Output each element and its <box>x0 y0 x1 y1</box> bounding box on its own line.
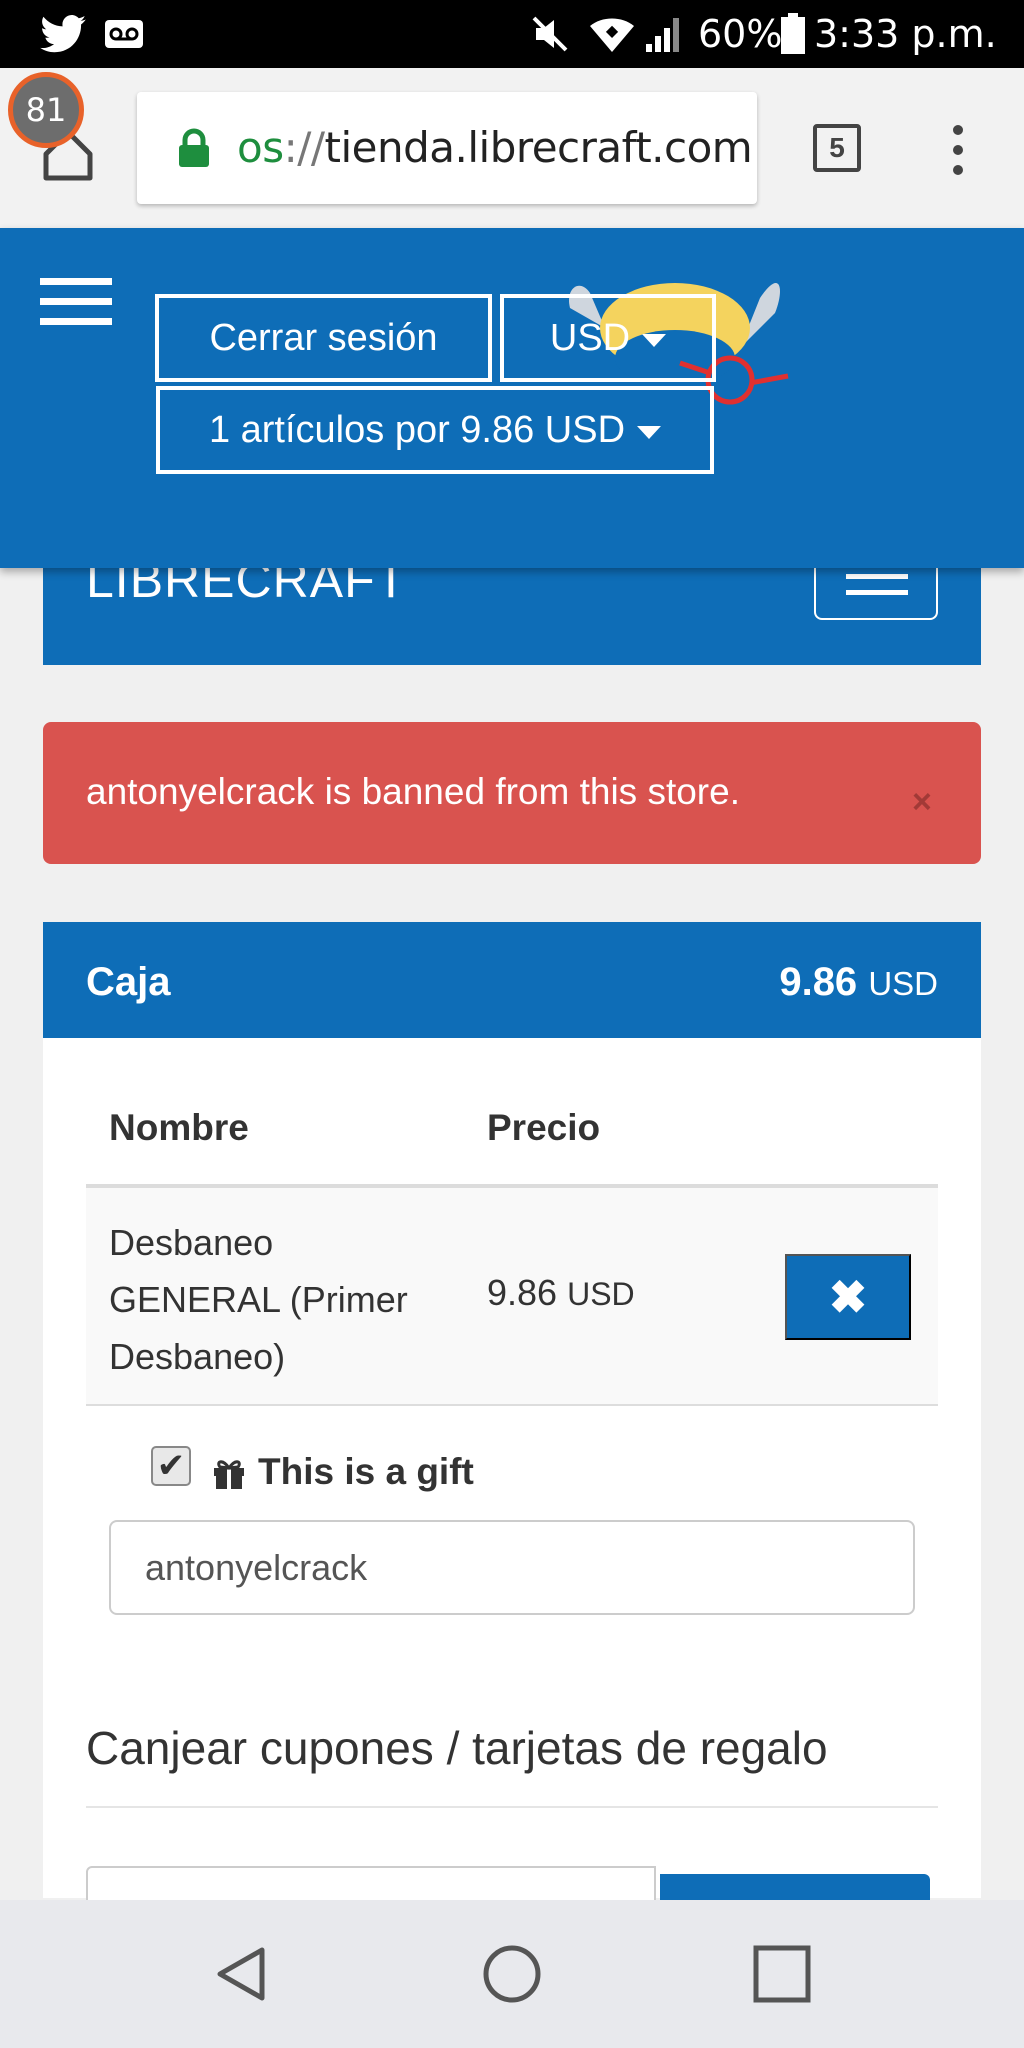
item-price: 9.86 USD <box>487 1272 635 1313</box>
battery-icon <box>780 12 806 56</box>
cart-summary-dropdown[interactable]: 1 artículos por 9.86 USD <box>156 386 714 474</box>
caret-down-icon <box>642 333 667 347</box>
gift-username-input[interactable] <box>109 1520 915 1615</box>
site-header: Cerrar sesión USD 1 artículos por 9.86 U… <box>0 228 1024 568</box>
wifi-icon: ◆ <box>588 12 636 56</box>
remove-item-button[interactable]: ✖ <box>785 1254 911 1340</box>
gift-checkbox[interactable]: ✔ <box>151 1446 191 1486</box>
signal-icon <box>644 12 684 56</box>
data-saver-badge[interactable]: 81 <box>8 72 84 148</box>
clock: 3:33 p.m. <box>814 12 997 56</box>
tab-switcher-button[interactable]: 5 <box>813 124 861 172</box>
battery-percent: 60% <box>698 12 783 56</box>
remove-icon: ✖ <box>828 1271 868 1323</box>
gift-icon <box>214 1460 244 1489</box>
coupon-divider <box>86 1806 938 1808</box>
column-header-price: Precio <box>487 1107 601 1148</box>
android-navigation-bar <box>0 1900 1024 2048</box>
site-navbar: LIBRECRAFT <box>43 560 981 665</box>
error-alert: antonyelcrack is banned from this store. <box>43 722 981 864</box>
close-icon[interactable]: × <box>912 782 932 822</box>
column-header-name: Nombre <box>109 1107 249 1148</box>
coupon-section-title: Canjear cupones / tarjetas de regalo <box>86 1722 828 1774</box>
mute-icon <box>530 12 570 56</box>
address-bar[interactable]: os://tienda.librecraft.com <box>137 92 757 204</box>
twitter-icon <box>40 12 86 56</box>
home-nav-icon[interactable] <box>480 1942 544 2006</box>
navbar-toggle-button[interactable] <box>814 560 938 620</box>
url-text[interactable]: os://tienda.librecraft.com <box>237 122 753 174</box>
currency-dropdown[interactable]: USD <box>500 294 716 382</box>
overflow-menu-icon[interactable] <box>944 122 972 178</box>
status-bar: ◆ 60% 3:33 p.m. <box>0 0 1024 68</box>
recents-icon[interactable] <box>750 1942 814 2006</box>
alert-message: antonyelcrack is banned from this store. <box>86 771 740 812</box>
svg-text:◆: ◆ <box>606 21 619 40</box>
lock-icon <box>179 128 209 167</box>
back-icon[interactable] <box>210 1942 274 2006</box>
checkout-title: Caja <box>86 960 171 1004</box>
browser-toolbar: 81 os://tienda.librecraft.com 5 <box>0 68 1024 228</box>
item-name: Desbaneo GENERAL (Primer Desbaneo) <box>109 1222 408 1377</box>
gift-label: This is a gift <box>258 1451 474 1492</box>
checkout-header: Caja 9.86 USD <box>43 922 981 1038</box>
hamburger-menu-icon[interactable] <box>40 278 112 326</box>
caret-down-icon <box>637 425 662 439</box>
logout-button[interactable]: Cerrar sesión <box>155 294 492 382</box>
voicemail-icon <box>104 12 144 56</box>
checkout-total: 9.86 USD <box>779 960 938 1004</box>
